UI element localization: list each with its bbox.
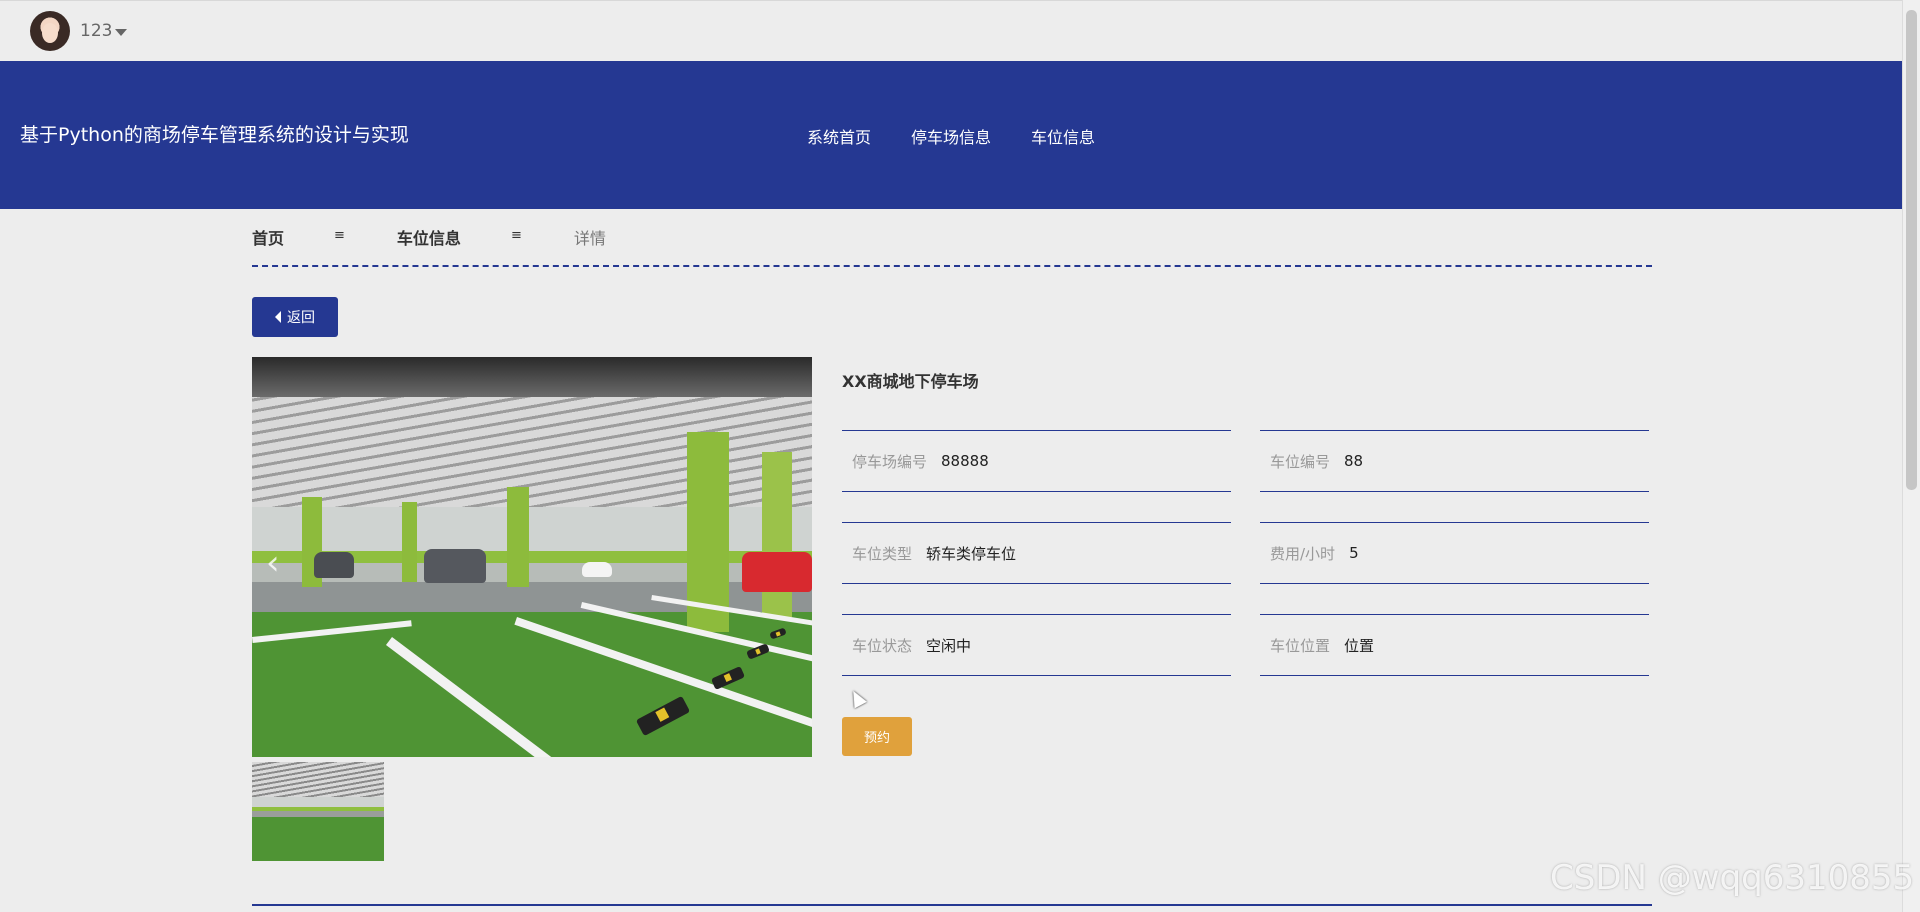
- field-label: 车位位置: [1270, 636, 1331, 655]
- field-value: 空闲中: [926, 636, 972, 655]
- mouse-cursor-icon: [847, 687, 867, 709]
- breadcrumb-separator-icon: ≡: [510, 228, 522, 243]
- field-value: 5: [1349, 544, 1359, 562]
- photo-thumbnail[interactable]: [252, 762, 384, 861]
- field-value: 轿车类停车位: [926, 544, 1017, 563]
- scrollbar-thumb[interactable]: [1906, 10, 1917, 490]
- field-value: 位置: [1344, 636, 1375, 655]
- field-space-status: 车位状态 空闲中: [842, 614, 1231, 676]
- field-space-location: 车位位置 位置: [1260, 614, 1649, 676]
- parking-lot-title: XX商城地下停车场: [842, 372, 979, 391]
- site-header: 基于Python的商场停车管理系统的设计与实现 系统首页 停车场信息 车位信息: [0, 61, 1902, 209]
- field-value: 88888: [941, 452, 989, 470]
- breadcrumb-section[interactable]: 车位信息: [397, 225, 461, 249]
- field-fee-per-hour: 费用/小时 5: [1260, 522, 1649, 584]
- breadcrumb-separator-icon: ≡: [334, 228, 345, 243]
- field-label: 车位编号: [1270, 452, 1331, 471]
- breadcrumb-home[interactable]: 首页: [252, 225, 284, 249]
- caret-left-icon: [275, 311, 281, 323]
- field-label: 费用/小时: [1270, 544, 1336, 563]
- field-label: 车位类型: [852, 544, 913, 563]
- back-button-label: 返回: [287, 310, 315, 326]
- back-button[interactable]: 返回: [252, 297, 338, 337]
- user-bar: 123: [0, 0, 1902, 61]
- username[interactable]: 123: [80, 21, 112, 41]
- field-label: 车位状态: [852, 636, 913, 655]
- chevron-down-icon[interactable]: [115, 29, 127, 36]
- carousel-prev-icon[interactable]: ‹: [266, 543, 280, 583]
- parking-lot-photo: ‹: [252, 357, 812, 757]
- watermark: CSDN @wqq6310855: [1550, 858, 1915, 898]
- field-lot-number: 停车场编号 88888: [842, 430, 1231, 492]
- reserve-button[interactable]: 预约: [842, 717, 912, 756]
- main-nav: 系统首页 停车场信息 车位信息: [807, 124, 1095, 148]
- nav-parking-lot-info[interactable]: 停车场信息: [911, 124, 991, 148]
- nav-home[interactable]: 系统首页: [807, 124, 871, 148]
- divider: [252, 904, 1652, 906]
- breadcrumb-current: 详情: [573, 229, 606, 248]
- nav-parking-space-info[interactable]: 车位信息: [1031, 124, 1095, 148]
- scrollbar[interactable]: [1902, 0, 1920, 912]
- site-title: 基于Python的商场停车管理系统的设计与实现: [20, 124, 409, 146]
- breadcrumb: 首页 ≡ 车位信息 ≡ 详情: [252, 225, 1652, 267]
- avatar[interactable]: [30, 11, 70, 51]
- field-value: 88: [1344, 452, 1364, 470]
- field-space-number: 车位编号 88: [1260, 430, 1649, 492]
- field-label: 停车场编号: [852, 452, 928, 471]
- field-space-type: 车位类型 轿车类停车位: [842, 522, 1231, 584]
